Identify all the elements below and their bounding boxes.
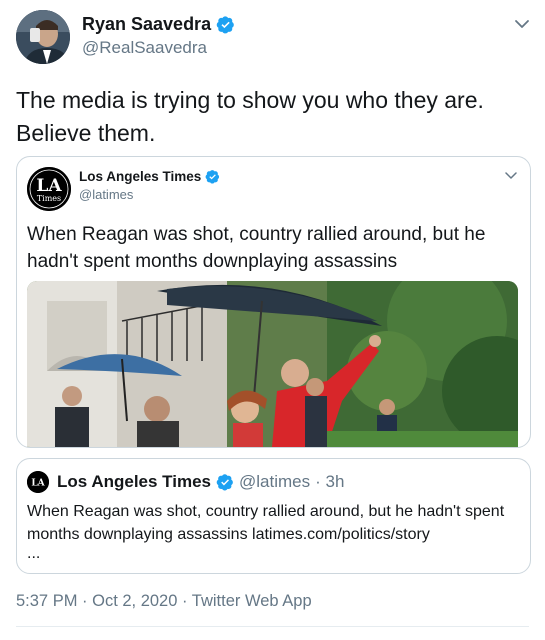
- author-name-row[interactable]: Ryan Saavedra: [82, 14, 235, 35]
- verified-badge-icon: [216, 474, 233, 491]
- author-name[interactable]: Ryan Saavedra: [82, 14, 211, 35]
- link-card-header[interactable]: Los Angeles Times @latimes · 3h: [57, 472, 344, 492]
- quoted-author-handle[interactable]: @latimes: [79, 187, 133, 202]
- latimes-logo-icon[interactable]: LA: [27, 471, 49, 493]
- author-avatar[interactable]: [16, 10, 70, 64]
- link-card-more: ...: [27, 545, 41, 562]
- verified-badge-icon: [216, 16, 234, 34]
- logo-text-bottom: Times: [37, 194, 61, 203]
- link-preview-card[interactable]: LA Los Angeles Times @latimes · 3h When …: [16, 458, 531, 574]
- tweet-timestamp[interactable]: 5:37 PM · Oct 2, 2020 · Twitter Web App: [16, 592, 312, 611]
- link-card-text[interactable]: When Reagan was shot, country rallied ar…: [27, 500, 522, 546]
- chevron-down-icon[interactable]: [512, 14, 532, 34]
- tweet-text: The media is trying to show you who they…: [16, 87, 484, 146]
- quoted-tweet-card[interactable]: LA Times Los Angeles Times @latimes When…: [16, 156, 531, 448]
- link-logo-text: LA: [31, 479, 45, 489]
- logo-text-top: LA: [36, 176, 62, 196]
- quoted-author-name[interactable]: Los Angeles Times: [79, 169, 201, 184]
- quoted-tweet-photo[interactable]: [27, 281, 518, 447]
- quoted-tweet-text: When Reagan was shot, country rallied ar…: [27, 224, 486, 272]
- link-card-time: · 3h: [315, 472, 345, 491]
- chevron-down-icon[interactable]: [503, 167, 519, 183]
- latimes-logo-icon[interactable]: LA Times: [27, 167, 71, 211]
- link-card-author-handle[interactable]: @latimes: [239, 472, 310, 492]
- link-card-author-name[interactable]: Los Angeles Times: [57, 472, 211, 492]
- divider: [16, 626, 529, 627]
- author-handle[interactable]: @RealSaavedra: [82, 38, 207, 58]
- quoted-name-row[interactable]: Los Angeles Times: [79, 169, 220, 184]
- verified-badge-icon: [205, 170, 220, 184]
